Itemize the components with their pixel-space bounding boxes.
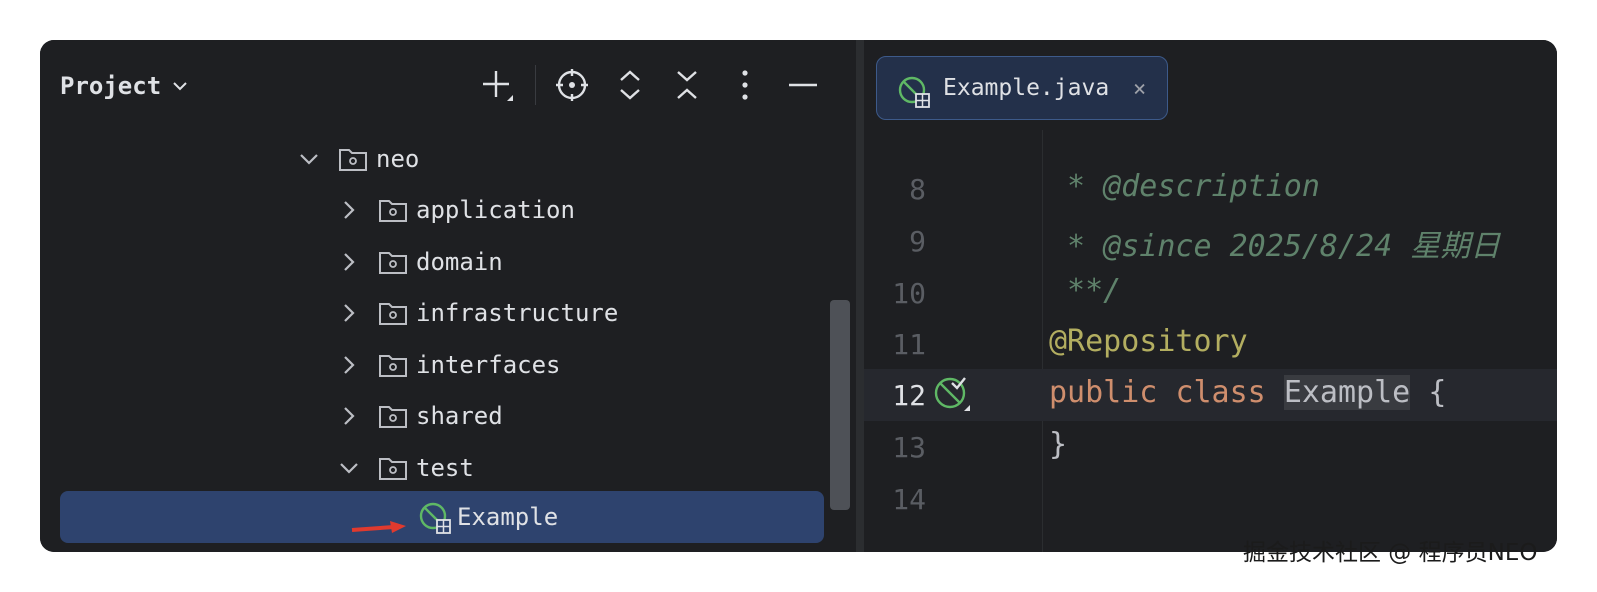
more-options-button[interactable] <box>725 64 765 106</box>
panel-splitter[interactable] <box>856 40 864 552</box>
chevron-down-icon <box>173 82 187 91</box>
new-element-button[interactable] <box>477 64 517 106</box>
tree-item-example[interactable]: Example <box>60 491 824 543</box>
line-number: 9 <box>909 225 926 258</box>
chevron-right-icon[interactable] <box>338 199 360 221</box>
line-number: 13 <box>892 431 926 464</box>
code-text: * @description <box>1049 169 1320 204</box>
spring-bean-class-icon <box>419 502 451 534</box>
tree-item-label: shared <box>416 402 503 430</box>
tree-item-application[interactable]: application <box>60 187 824 233</box>
tree-item-label: test <box>416 454 474 482</box>
chevron-right-icon[interactable] <box>338 302 360 324</box>
package-folder-icon <box>379 458 407 480</box>
code-line[interactable]: 14 <box>864 473 1557 525</box>
tree-item-label: interfaces <box>416 351 561 379</box>
tree-item-neo[interactable]: neo <box>60 136 824 182</box>
more-icon <box>742 70 748 100</box>
keyword-class: class <box>1175 375 1266 410</box>
hide-panel-button[interactable] <box>783 64 823 106</box>
project-view-selector[interactable]: Project <box>60 72 189 100</box>
spring-bean-class-icon <box>898 76 930 108</box>
line-number: 11 <box>892 328 926 361</box>
package-folder-icon <box>379 200 407 222</box>
panel-title: Project <box>60 72 162 100</box>
code-text: @Repository <box>1049 324 1248 359</box>
tree-item-label: application <box>416 196 575 224</box>
line-number: 14 <box>892 483 926 516</box>
toolbar-separator <box>535 65 536 105</box>
project-panel-header: Project <box>40 40 856 130</box>
tree-item-label: neo <box>376 145 420 173</box>
class-name[interactable]: Example <box>1283 375 1411 410</box>
package-folder-icon <box>339 149 367 171</box>
collapse-all-button[interactable] <box>667 64 707 106</box>
brace: { <box>1428 375 1447 410</box>
line-number: 12 <box>892 379 926 412</box>
tree-item-domain[interactable]: domain <box>60 239 824 285</box>
chevron-right-icon[interactable] <box>338 405 360 427</box>
chevron-right-icon[interactable] <box>338 354 360 376</box>
chevron-down-icon[interactable] <box>298 148 320 170</box>
tree-item-infrastructure[interactable]: infrastructure <box>60 290 824 336</box>
red-arrow-annotation <box>351 521 406 533</box>
close-icon[interactable]: × <box>1133 77 1146 102</box>
expand-all-icon <box>620 70 640 100</box>
line-number: 10 <box>892 277 926 310</box>
package-folder-icon <box>379 355 407 377</box>
locate-file-button[interactable] <box>552 64 592 106</box>
code-text: * @since 2025/8/24 星期日 <box>1049 229 1501 264</box>
project-panel: Project neo application domain infrastru… <box>40 40 856 552</box>
keyword-public: public <box>1049 375 1158 410</box>
tree-item-interfaces[interactable]: interfaces <box>60 342 824 388</box>
tab-label: Example.java <box>943 75 1110 101</box>
tree-item-test[interactable]: test <box>60 445 824 491</box>
code-line[interactable]: 11 @Repository <box>864 318 1557 370</box>
code-line[interactable]: 9 * @since 2025/8/24 星期日 <box>864 215 1557 267</box>
tree-item-label: infrastructure <box>416 299 619 327</box>
minimize-icon <box>789 83 817 87</box>
line-number: 8 <box>909 173 926 206</box>
code-line[interactable]: 10 **/ <box>864 267 1557 319</box>
tree-scrollbar[interactable] <box>830 300 850 510</box>
editor-panel: Example.java × 8 * @description 9 * @sin… <box>864 40 1557 552</box>
project-tree: neo application domain infrastructure in… <box>40 130 856 552</box>
crosshair-icon <box>556 69 588 101</box>
expand-all-button[interactable] <box>610 64 650 106</box>
tree-item-shared[interactable]: shared <box>60 393 824 439</box>
watermark: 掘金技术社区 @ 程序员NEO <box>1243 540 1538 566</box>
chevron-down-icon[interactable] <box>338 457 360 479</box>
code-text: public class Example { <box>1049 375 1446 410</box>
package-folder-icon <box>379 252 407 274</box>
tree-item-label: Example <box>457 503 559 531</box>
spring-bean-gutter-icon[interactable] <box>934 375 972 413</box>
code-line[interactable]: 13 } <box>864 421 1557 473</box>
plus-icon <box>483 71 513 101</box>
package-folder-icon <box>379 303 407 325</box>
code-text: } <box>1049 427 1068 462</box>
ide-window: Project neo application domain infrastru… <box>40 40 1557 552</box>
code-text: **/ <box>1049 273 1122 308</box>
collapse-all-icon <box>677 71 697 99</box>
editor-tab-example-java[interactable]: Example.java × <box>876 56 1168 120</box>
chevron-right-icon[interactable] <box>338 251 360 273</box>
package-folder-icon <box>379 406 407 428</box>
code-line[interactable]: 8 * @description <box>864 163 1557 215</box>
code-line-current[interactable]: 12 public class Example { <box>864 369 1557 421</box>
tree-item-label: domain <box>416 248 503 276</box>
